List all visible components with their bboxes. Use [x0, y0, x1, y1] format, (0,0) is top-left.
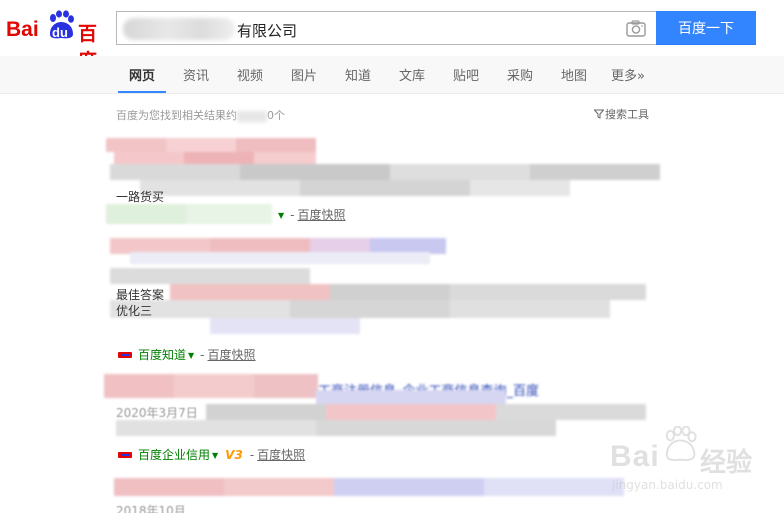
watermark-latin: Bai [610, 440, 660, 473]
baidu-credit-logo-icon [118, 452, 132, 458]
chevron-down-icon[interactable]: ▼ [212, 451, 218, 460]
tab-purchase[interactable]: 采购 [507, 65, 533, 84]
redacted-result-abstract [116, 390, 646, 440]
logo-du: du [52, 25, 68, 40]
redacted-result-title [110, 238, 446, 264]
baidu-jingyan-watermark: Bai 经验 jingyan.baidu.com [582, 426, 772, 496]
snapshot-link[interactable]: 百度快照 [298, 208, 346, 222]
chevron-down-icon[interactable]: ▼ [278, 211, 284, 220]
tab-tieba[interactable]: 贴吧 [453, 65, 479, 84]
redacted-result-title [114, 478, 624, 496]
result-source-line: 百度企业信用 ▼ V3- 百度快照 [118, 446, 305, 463]
tab-wenku[interactable]: 文库 [399, 65, 425, 84]
tab-video[interactable]: 视频 [237, 65, 263, 84]
search-tools[interactable]: 搜索工具 [594, 106, 649, 122]
search-input[interactable]: 有限公司 [116, 11, 656, 45]
result-source-line: 百度知道 ▼ - 百度快照 [118, 346, 256, 363]
filter-icon [594, 109, 604, 119]
baidu-logo[interactable]: Bai du 百度 [6, 10, 106, 72]
redacted-result-abstract [110, 164, 660, 198]
search-query-text: 有限公司 [237, 22, 298, 40]
snapshot-link[interactable]: 百度快照 [257, 448, 305, 462]
result-date: 2018年10月 [116, 504, 186, 513]
redacted-result-abstract [110, 268, 646, 340]
redacted-count [237, 110, 267, 122]
v3-badge[interactable]: V3 [225, 448, 243, 462]
logo-latin: Bai [6, 18, 39, 41]
header: Bai du 百度 有限公司 百度一下 [0, 0, 784, 72]
redacted-query-part [123, 18, 235, 40]
chevron-down-icon[interactable]: ▼ [188, 351, 194, 360]
baidu-zhidao-logo-icon [118, 352, 132, 358]
snapshot-link[interactable]: 百度快照 [208, 348, 256, 362]
tab-web[interactable]: 网页 [129, 65, 155, 84]
result-fragment: 优化三 [116, 304, 153, 318]
camera-icon[interactable] [626, 20, 646, 37]
source-name[interactable]: 百度知道 [138, 348, 186, 362]
tab-news[interactable]: 资讯 [183, 65, 209, 84]
tab-images[interactable]: 图片 [291, 65, 317, 84]
watermark-url: jingyan.baidu.com [612, 478, 723, 492]
search-tabs: 网页 资讯 视频 图片 知道 文库 贴吧 采购 地图 更多» [0, 56, 784, 94]
result-count: 百度为您找到相关结果约 0个 [116, 109, 285, 122]
tab-zhidao[interactable]: 知道 [345, 65, 371, 84]
watermark-paw-icon [665, 426, 697, 461]
active-tab-indicator [118, 91, 166, 93]
result-fragment: 一路货买 [116, 190, 165, 204]
result-fragment: 最佳答案 [116, 288, 165, 302]
search-button[interactable]: 百度一下 [656, 11, 756, 45]
source-name[interactable]: 百度企业信用 [138, 448, 210, 462]
result-source-line: ▼ - 百度快照 [278, 208, 346, 222]
tab-more[interactable]: 更多» [611, 65, 645, 84]
tab-map[interactable]: 地图 [561, 65, 587, 84]
watermark-chinese: 经验 [700, 448, 753, 478]
redacted-result-url [106, 204, 272, 224]
